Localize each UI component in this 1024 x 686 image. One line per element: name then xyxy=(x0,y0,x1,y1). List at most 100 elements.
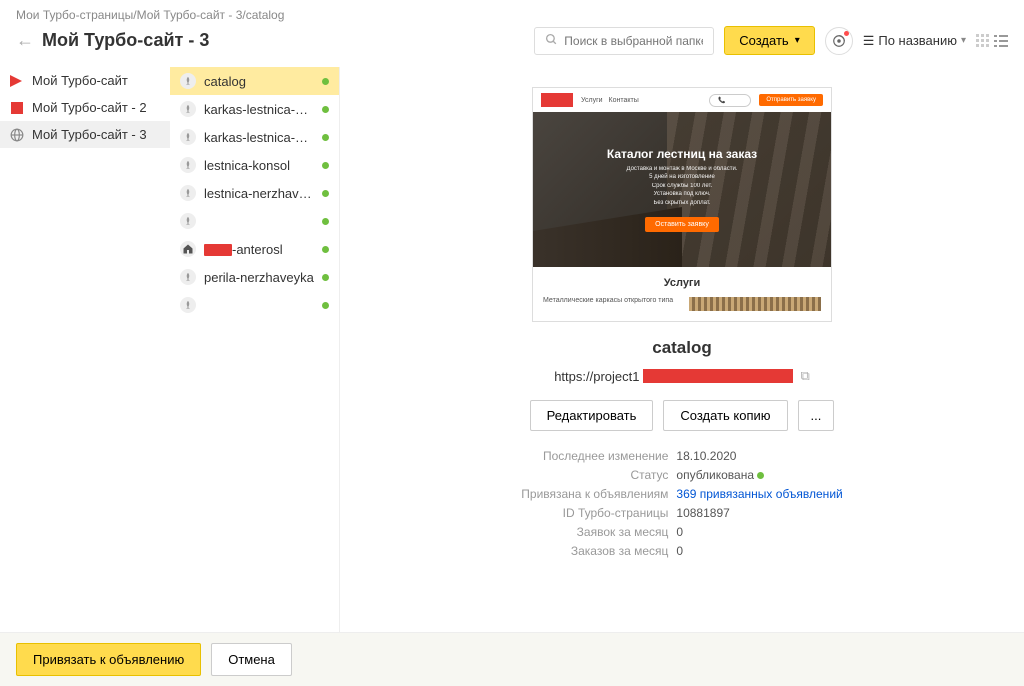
sites-column: Мой Турбо-сайт Мой Турбо-сайт - 2 Мой Ту… xyxy=(0,67,170,645)
status-dot xyxy=(322,162,329,169)
rocket-icon xyxy=(180,73,196,89)
sort-label: По названию xyxy=(878,33,957,48)
preview-logo xyxy=(541,93,573,107)
play-icon xyxy=(10,75,24,87)
rocket-icon xyxy=(180,297,196,313)
rocket-icon xyxy=(180,157,196,173)
search-input-wrapper[interactable] xyxy=(534,27,714,55)
page-label: karkas-lestnica-na-mon... xyxy=(204,102,314,117)
page-item[interactable]: lestnica-nerzhaveyka xyxy=(170,179,339,207)
page-label: perila-nerzhaveyka xyxy=(204,270,314,285)
preview-phone: 📞 xyxy=(709,94,751,107)
grid-view-icon[interactable] xyxy=(976,34,990,48)
page-item[interactable]: -anterosl xyxy=(170,235,339,263)
site-item[interactable]: Мой Турбо-сайт - 3 xyxy=(0,121,170,148)
preview-item: Металлические каркасы открытого типа xyxy=(543,297,681,304)
page-label: catalog xyxy=(204,74,314,89)
square-icon xyxy=(10,102,24,114)
chevron-down-icon: ▾ xyxy=(795,35,800,46)
status-dot xyxy=(322,106,329,113)
status-dot xyxy=(322,218,329,225)
create-button[interactable]: Создать ▾ xyxy=(724,26,814,55)
url-redacted xyxy=(643,369,793,383)
rocket-icon xyxy=(180,213,196,229)
page-item[interactable]: perila-nerzhaveyka xyxy=(170,263,339,291)
rocket-icon xyxy=(180,185,196,201)
status-dot xyxy=(322,246,329,253)
preview-nav-item: Услуги xyxy=(581,97,603,104)
search-icon xyxy=(545,33,558,49)
detail-panel: Услуги Контакты 📞 Отправить заявку Катал… xyxy=(340,67,1024,645)
status-dot xyxy=(322,134,329,141)
rocket-icon xyxy=(180,129,196,145)
page-preview: Услуги Контакты 📞 Отправить заявку Катал… xyxy=(532,87,832,322)
tour-icon[interactable] xyxy=(825,27,853,55)
url-prefix: https://project1 xyxy=(554,369,639,384)
site-item[interactable]: Мой Турбо-сайт - 2 xyxy=(0,94,170,121)
page-item[interactable]: lestnica-konsol xyxy=(170,151,339,179)
status-dot xyxy=(322,302,329,309)
preview-cta: Отправить заявку xyxy=(759,94,823,106)
page-item[interactable]: catalog xyxy=(170,67,339,95)
preview-item-image xyxy=(689,297,821,311)
page-item[interactable]: karkas-lestnica-otkrytaya xyxy=(170,123,339,151)
meta-value[interactable]: 369 привязанных объявлений xyxy=(676,487,842,501)
globe-icon xyxy=(10,129,24,141)
meta-label: ID Турбо-страницы xyxy=(521,506,668,520)
meta-value: 0 xyxy=(676,544,842,558)
status-dot xyxy=(322,274,329,281)
meta-label: Последнее изменение xyxy=(521,449,668,463)
page-label: lestnica-konsol xyxy=(204,158,314,173)
page-title: Мой Турбо-сайт - 3 xyxy=(42,30,209,51)
cancel-button[interactable]: Отмена xyxy=(211,643,292,676)
preview-hero-sub: 5 дней на изготовление xyxy=(607,173,757,181)
sort-control[interactable]: ☰ По названию ▾ xyxy=(863,33,966,49)
meta-label: Заявок за месяц xyxy=(521,525,668,539)
footer-bar: Привязать к объявлению Отмена xyxy=(0,632,1024,686)
create-button-label: Создать xyxy=(739,33,788,48)
more-button[interactable]: ... xyxy=(798,400,835,431)
page-item[interactable] xyxy=(170,207,339,235)
create-copy-button[interactable]: Создать копию xyxy=(663,400,787,431)
page-label: -anterosl xyxy=(204,242,314,257)
list-view-icon[interactable] xyxy=(994,34,1008,48)
meta-value: 10881897 xyxy=(676,506,842,520)
site-item[interactable]: Мой Турбо-сайт xyxy=(0,67,170,94)
site-label: Мой Турбо-сайт - 2 xyxy=(32,100,147,115)
preview-hero-sub: Без скрытых доплат. xyxy=(607,199,757,207)
status-dot xyxy=(322,190,329,197)
sort-icon: ☰ xyxy=(863,33,875,49)
page-item[interactable]: karkas-lestnica-na-mon... xyxy=(170,95,339,123)
status-dot xyxy=(322,78,329,85)
chevron-down-icon: ▾ xyxy=(961,35,966,46)
rocket-icon xyxy=(180,101,196,117)
preview-hero-sub: Доставка и монтаж в Москве и области. xyxy=(607,165,757,173)
pages-column: catalog karkas-lestnica-na-mon... karkas-l… xyxy=(170,67,340,645)
meta-value: опубликована xyxy=(676,468,842,482)
site-label: Мой Турбо-сайт - 3 xyxy=(32,127,147,142)
back-arrow[interactable]: ← xyxy=(16,30,34,51)
preview-nav-item: Контакты xyxy=(609,97,639,104)
meta-label: Заказов за месяц xyxy=(521,544,668,558)
page-item[interactable] xyxy=(170,291,339,319)
search-input[interactable] xyxy=(564,34,703,48)
meta-label: Привязана к объявлениям xyxy=(521,487,668,501)
meta-label: Статус xyxy=(521,468,668,482)
page-label: karkas-lestnica-otkrytaya xyxy=(204,130,314,145)
copy-icon[interactable]: ⧉ xyxy=(800,368,809,384)
page-label: lestnica-nerzhaveyka xyxy=(204,186,314,201)
home-icon xyxy=(180,241,196,257)
preview-hero-sub: Срок службы 100 лет. xyxy=(607,182,757,190)
meta-value: 0 xyxy=(676,525,842,539)
rocket-icon xyxy=(180,269,196,285)
preview-hero-sub: Установка под ключ. xyxy=(607,190,757,198)
meta-value: 18.10.2020 xyxy=(676,449,842,463)
detail-url: https://project1 ⧉ xyxy=(554,368,810,384)
breadcrumb: Мои Турбо-страницы/Мой Турбо-сайт - 3/ca… xyxy=(16,8,1008,22)
preview-section-title: Услуги xyxy=(543,277,821,289)
edit-button[interactable]: Редактировать xyxy=(530,400,654,431)
preview-hero-button: Оставить заявку xyxy=(645,217,719,232)
detail-title: catalog xyxy=(652,338,712,358)
link-to-ad-button[interactable]: Привязать к объявлению xyxy=(16,643,201,676)
preview-hero-title: Каталог лестниц на заказ xyxy=(607,147,757,161)
